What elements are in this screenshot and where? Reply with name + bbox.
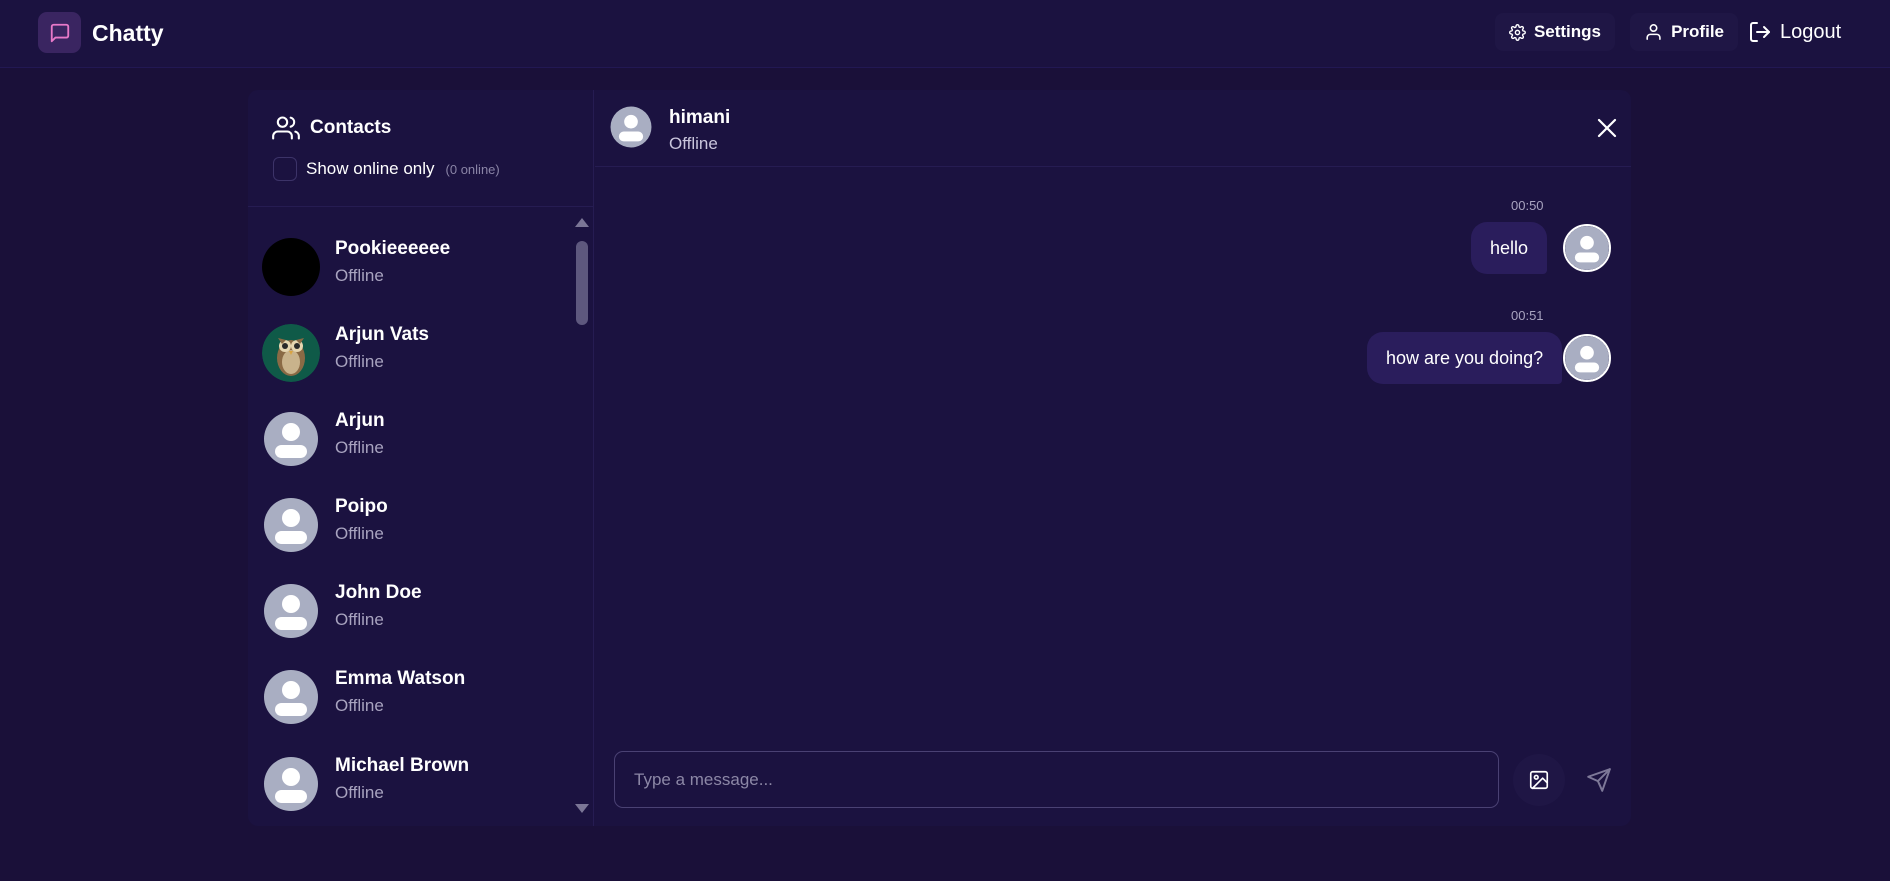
settings-label: Settings — [1533, 22, 1601, 41]
contact-item[interactable]: Arjun Offline — [248, 396, 578, 482]
default-user-icon — [264, 412, 318, 466]
contact-status: Offline — [335, 610, 384, 629]
contact-name: Arjun — [335, 410, 385, 431]
contact-list: Pookieeeeee Offline Arjun Vats Offline A… — [248, 208, 594, 826]
scroll-up-arrow[interactable] — [575, 218, 589, 227]
default-user-icon — [610, 106, 652, 148]
send-icon — [1587, 768, 1611, 792]
default-user-icon — [1565, 336, 1609, 380]
user-icon — [1646, 24, 1661, 40]
message-text: how are you doing? — [1386, 347, 1544, 368]
contact-status: Offline — [335, 696, 384, 715]
message-text: hello — [1490, 237, 1529, 258]
default-avatar — [262, 668, 320, 726]
scrollbar-thumb[interactable] — [576, 241, 588, 325]
sender-avatar — [1563, 224, 1611, 272]
logo[interactable] — [38, 12, 81, 53]
contact-name: Poipo — [335, 496, 388, 517]
online-count: (0 online) — [445, 161, 500, 177]
profile-label: Profile — [1671, 22, 1724, 41]
default-avatar — [262, 410, 320, 468]
default-user-icon — [264, 757, 318, 811]
contacts-sidebar: Contacts Show online only (0 online) Poo… — [248, 90, 594, 826]
contact-item[interactable]: John Doe Offline — [248, 568, 578, 654]
contact-item[interactable]: Arjun Vats Offline — [248, 310, 578, 396]
default-avatar — [262, 755, 320, 813]
logout-icon — [1750, 22, 1770, 42]
default-avatar — [262, 582, 320, 640]
logout-label: Logout — [1780, 20, 1842, 43]
contact-name: Emma Watson — [335, 668, 466, 689]
message-timestamp: 00:50 — [1511, 198, 1544, 213]
close-chat-button[interactable] — [1595, 116, 1619, 140]
online-only-label: Show online only — [306, 159, 435, 178]
message-bubble: hello — [1471, 222, 1548, 274]
contact-status: Offline — [335, 524, 384, 543]
top-navbar: Chatty Settings Profile Logout — [0, 0, 1890, 68]
contact-item[interactable]: Emma Watson Offline — [248, 654, 578, 740]
chat-bubble-icon — [50, 23, 69, 42]
gear-icon — [1509, 23, 1526, 41]
brand-name[interactable]: Chatty — [92, 20, 164, 47]
users-icon — [272, 116, 300, 140]
image-icon — [1529, 770, 1549, 790]
black-avatar — [262, 238, 320, 296]
peer-name: himani — [669, 107, 731, 128]
settings-button[interactable]: Settings — [1495, 13, 1615, 51]
contacts-title: Contacts — [310, 117, 392, 138]
contact-status: Offline — [335, 438, 384, 457]
default-user-icon — [264, 584, 318, 638]
peer-status: Offline — [669, 134, 718, 153]
default-user-icon — [264, 670, 318, 724]
chat-card: Contacts Show online only (0 online) Poo… — [248, 90, 1631, 826]
contact-item[interactable]: Pookieeeeee Offline — [248, 224, 578, 310]
online-only-checkbox[interactable] — [273, 157, 297, 181]
owl-avatar — [262, 324, 320, 382]
message-bubble: how are you doing? — [1367, 332, 1563, 384]
peer-avatar[interactable] — [609, 105, 653, 149]
message-input[interactable] — [614, 751, 1499, 808]
chat-header: himani Offline — [595, 90, 1631, 167]
contact-name: Arjun Vats — [335, 324, 429, 345]
online-only-toggle[interactable]: Show online only (0 online) — [273, 157, 500, 181]
contact-name: John Doe — [335, 582, 422, 603]
close-icon — [1597, 118, 1617, 138]
contact-status: Offline — [335, 266, 384, 285]
contact-item[interactable]: Michael Brown Offline — [248, 741, 578, 826]
profile-button[interactable]: Profile — [1630, 13, 1738, 51]
contact-status: Offline — [335, 352, 384, 371]
default-avatar — [262, 496, 320, 554]
contacts-heading: Contacts — [272, 114, 391, 142]
default-user-icon — [1565, 226, 1609, 270]
contact-name: Michael Brown — [335, 755, 470, 776]
owl-icon — [262, 324, 320, 382]
scroll-down-arrow[interactable] — [575, 804, 589, 813]
sender-avatar — [1563, 334, 1611, 382]
contact-item[interactable]: Poipo Offline — [248, 482, 578, 568]
contact-status: Offline — [335, 783, 384, 802]
message-timestamp: 00:51 — [1511, 308, 1544, 323]
logout-button[interactable]: Logout — [1740, 13, 1860, 51]
contact-name: Pookieeeeee — [335, 238, 451, 259]
default-user-icon — [264, 498, 318, 552]
sidebar-header: Contacts Show online only (0 online) — [248, 90, 594, 207]
chat-panel: himani Offline 00:50 hello 00:51 how are… — [595, 90, 1631, 826]
attach-image-button[interactable] — [1513, 754, 1565, 806]
send-button[interactable] — [1573, 754, 1625, 806]
